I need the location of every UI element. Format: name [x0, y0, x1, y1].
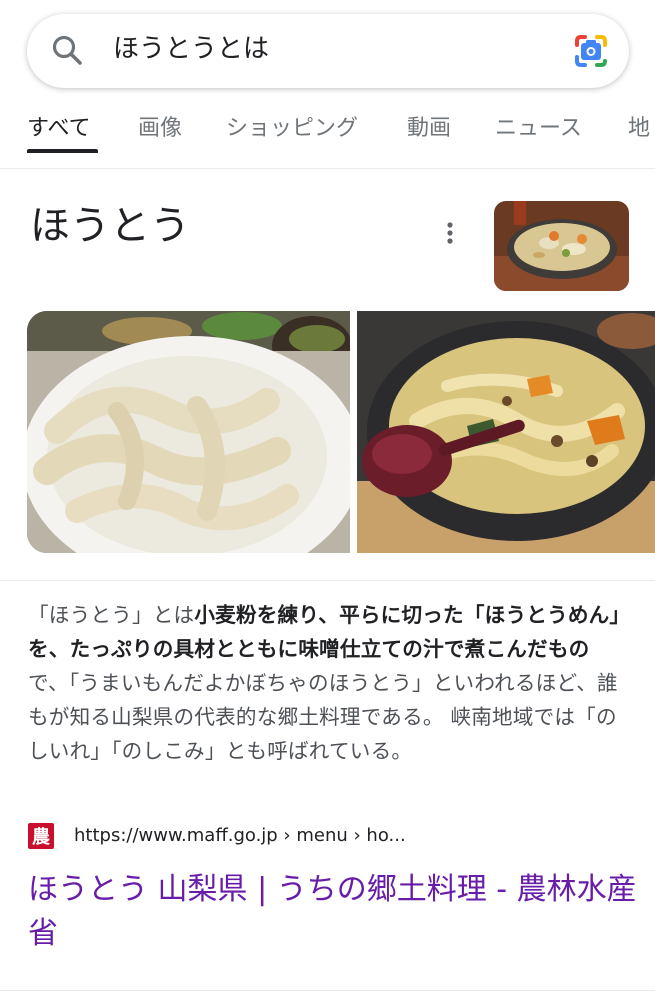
- knowledge-panel-title: ほうとう: [30, 203, 190, 249]
- snippet-text-intro: 「ほうとう」とは: [28, 603, 195, 627]
- result-title-link[interactable]: ほうとう 山梨県 | うちの郷土料理 - 農林水産省: [28, 868, 638, 956]
- section-divider: [0, 580, 655, 581]
- maff-favicon-icon: 農: [28, 823, 54, 849]
- noodle-bowl-image[interactable]: [27, 311, 350, 553]
- houtou-pot-image[interactable]: [357, 311, 655, 553]
- knowledge-panel-thumbnail[interactable]: [494, 201, 629, 291]
- tab-shopping[interactable]: ショッピング: [226, 112, 358, 146]
- favicon-glyph: 農: [32, 827, 51, 848]
- tabs-divider: [0, 168, 655, 169]
- more-options-icon[interactable]: [440, 218, 460, 248]
- search-tabs: すべて 画像 ショッピング 動画 ニュース 地: [0, 112, 655, 162]
- tab-images[interactable]: 画像: [138, 112, 182, 146]
- tab-videos[interactable]: 動画: [407, 112, 451, 146]
- snippet-text-rest: で、「うまいもんだよかぼちゃのほうとう」といわれるほど、誰もが知る山梨県の代表的…: [28, 671, 618, 763]
- tab-maps[interactable]: 地: [628, 112, 650, 146]
- bottom-divider: [0, 990, 655, 991]
- active-tab-indicator: [27, 149, 98, 153]
- featured-snippet-text: 「ほうとう」とは小麦粉を練り、平らに切った「ほうとうめん」を、たっぷりの具材とと…: [28, 598, 628, 768]
- tab-news[interactable]: ニュース: [495, 112, 582, 146]
- search-box[interactable]: ほうとうとは: [27, 14, 629, 88]
- tab-all[interactable]: すべて: [27, 112, 91, 146]
- google-lens-icon[interactable]: [573, 33, 609, 69]
- search-query[interactable]: ほうとうとは: [113, 31, 269, 67]
- source-url[interactable]: https://www.maff.go.jp › menu › ho...: [74, 822, 406, 850]
- search-icon[interactable]: [51, 34, 85, 68]
